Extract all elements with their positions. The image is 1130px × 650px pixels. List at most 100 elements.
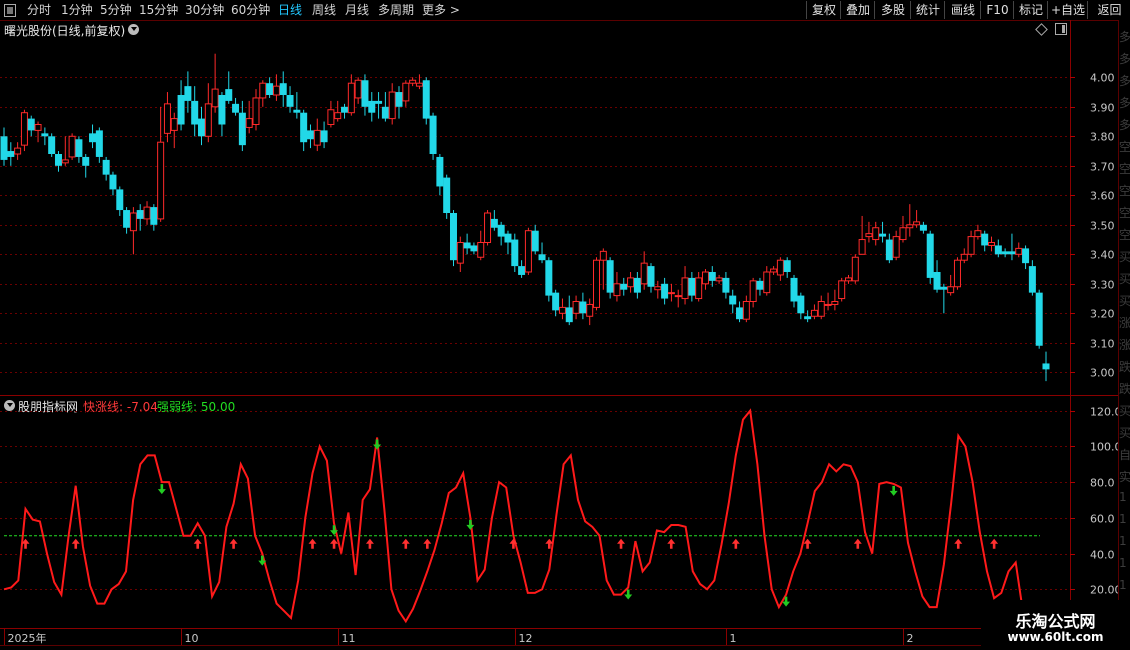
date-label: 11 — [342, 632, 356, 645]
buy-arrow-icon — [365, 538, 374, 549]
chart-area[interactable]: 4.00 3.90 3.80 3.70 3.60 3.50 3.40 3.30 3.20 3.10… — [0, 0, 1130, 650]
candle-body-down — [926, 233, 934, 278]
candle-body-down — [436, 156, 444, 187]
candle-body-up — [61, 159, 69, 164]
buy-arrow-icon — [423, 538, 432, 549]
price-tick-label: 3.80 — [1090, 131, 1115, 144]
right-strip-char: 多 — [1119, 74, 1130, 88]
buy-arrow-icon — [330, 538, 339, 549]
candle-body-down — [490, 218, 498, 228]
candle-body-up — [770, 268, 778, 273]
candle-body-up — [701, 271, 709, 285]
indicator-tick-label: 100.0 — [1090, 441, 1122, 454]
candle-body-up — [654, 286, 662, 291]
candle-body-down — [661, 283, 669, 299]
candle-body-up — [749, 280, 757, 303]
price-tick-label: 3.10 — [1090, 338, 1115, 351]
candle-body-down — [293, 109, 301, 113]
candle-body-down — [286, 95, 294, 107]
candle-body-down — [375, 100, 383, 104]
candle-body-up — [831, 301, 839, 305]
candle-body-down — [300, 112, 308, 143]
right-signal-strip: 多多多多多空空空空空买买买涨涨跌跌买买自实111111 — [1118, 20, 1130, 630]
candle-body-up — [163, 103, 171, 134]
candle-body-down — [381, 106, 389, 119]
candle-body-up — [34, 124, 42, 131]
candle-body-up — [988, 242, 996, 246]
candle-body-up — [20, 112, 28, 146]
candle-body-up — [674, 295, 682, 298]
candle-body-up — [851, 256, 859, 282]
sell-arrow-icon — [157, 484, 166, 495]
candle-body-up — [681, 277, 689, 300]
buy-arrow-icon — [954, 538, 963, 549]
candle-body-up — [334, 112, 342, 120]
candle-body-up — [858, 239, 866, 255]
candle-body-up — [157, 141, 165, 220]
right-strip-char: 自 — [1119, 448, 1130, 462]
fast-rise-line — [3, 408, 1031, 626]
candle-body-down — [361, 80, 369, 107]
candle-body-up — [415, 82, 423, 87]
candle-body-up — [776, 259, 784, 276]
candle-body-up — [599, 250, 607, 261]
candle-body-down — [797, 295, 805, 314]
candle-body-down — [422, 80, 430, 119]
date-label: 2025年 — [8, 631, 47, 645]
right-strip-char: 买 — [1119, 404, 1130, 418]
candle-body-down — [606, 260, 614, 293]
candle-body-down — [1042, 363, 1050, 370]
date-label: 1 — [730, 632, 737, 645]
candle-body-up — [402, 82, 410, 102]
buy-arrow-icon — [803, 538, 812, 549]
candle-body-up — [204, 103, 212, 137]
indicator-tick-label: 120.0 — [1090, 406, 1122, 419]
watermark: 乐淘公式网 www.60lt.com — [981, 600, 1130, 650]
buy-arrow-icon — [308, 538, 317, 549]
candle-body-down — [102, 159, 110, 175]
right-strip-char: 买 — [1119, 426, 1130, 440]
candle-body-down — [497, 224, 505, 237]
candle-body-down — [1028, 266, 1036, 293]
buy-arrow-icon — [229, 538, 238, 549]
candle-body-up — [627, 277, 635, 288]
candle-body-up — [906, 224, 914, 229]
candle-body-down — [27, 118, 35, 131]
candle-body-up — [667, 292, 675, 295]
candle-body-up — [388, 91, 396, 120]
candle-body-up — [913, 221, 921, 226]
candle-body-down — [565, 307, 573, 323]
candle-body-down — [198, 118, 206, 137]
candle-body-down — [184, 86, 192, 101]
right-strip-char: 空 — [1119, 184, 1130, 198]
indicator-tick-label: 60.0 — [1090, 513, 1115, 526]
candle-body-down — [545, 260, 553, 296]
candle-body-down — [647, 266, 655, 287]
candle-body-down — [1035, 292, 1043, 346]
candle-body-down — [266, 83, 274, 95]
candle-body-up — [586, 303, 594, 317]
candle-body-up — [824, 303, 832, 306]
right-strip-char: 空 — [1119, 162, 1130, 176]
candle-body-up — [960, 253, 968, 261]
candle-body-down — [395, 92, 403, 107]
candle-body-down — [620, 283, 628, 290]
right-strip-char: 空 — [1119, 140, 1130, 154]
candle-body-up — [477, 242, 485, 258]
sell-arrow-icon — [889, 485, 898, 496]
right-strip-char: 买 — [1119, 250, 1130, 264]
candle-body-up — [347, 82, 355, 114]
candle-body-up — [953, 259, 961, 288]
right-strip-char: 空 — [1119, 228, 1130, 242]
right-strip-char: 实 — [1119, 470, 1130, 484]
candle-body-up — [68, 135, 76, 158]
candle-body-down — [722, 277, 730, 293]
candle-body-down — [511, 239, 519, 267]
right-strip-char: 1 — [1119, 578, 1127, 592]
candle-body-down — [981, 233, 989, 246]
candle-body-down — [82, 156, 90, 166]
candle-body-up — [817, 301, 825, 317]
candle-body-down — [470, 245, 478, 252]
candle-body-up — [14, 147, 22, 155]
candle-body-up — [245, 118, 253, 128]
